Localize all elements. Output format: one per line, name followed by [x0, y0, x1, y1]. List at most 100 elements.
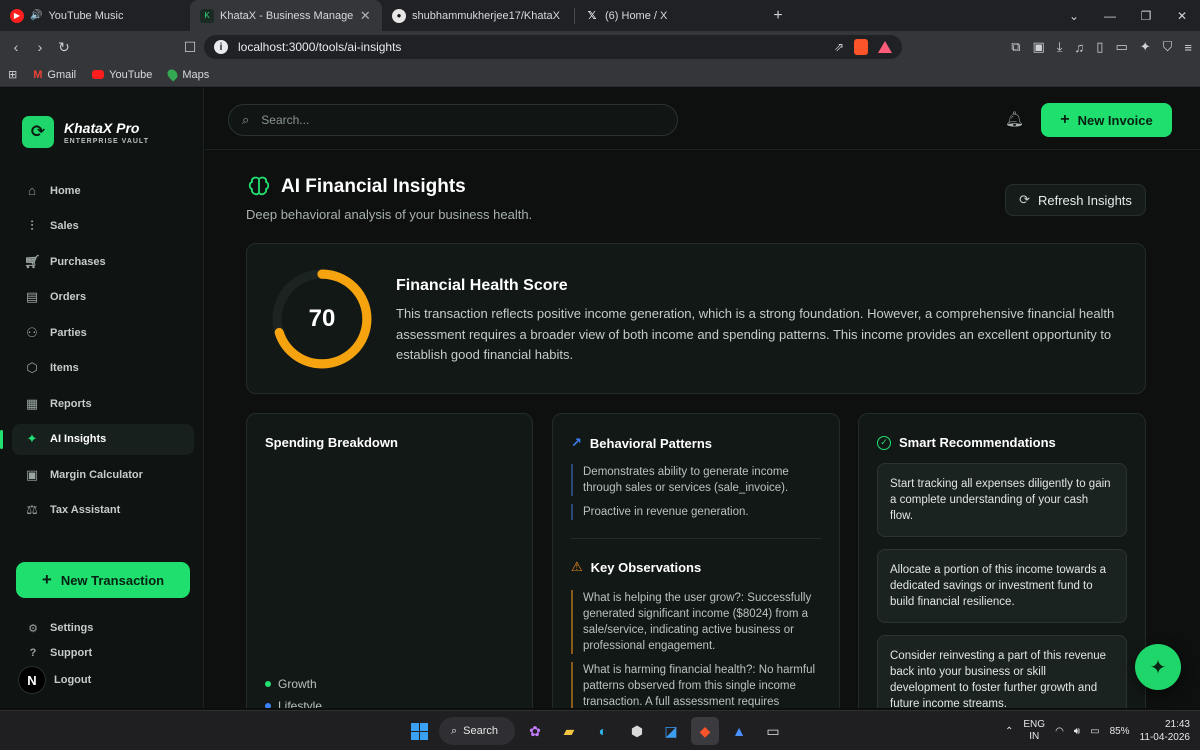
home-icon: ⌂: [28, 183, 36, 198]
sidebar-item-margin-calculator[interactable]: ▣ Margin Calculator: [12, 459, 194, 490]
sidebar-item-items[interactable]: ⬡ Items: [12, 353, 194, 384]
wallet-icon[interactable]: ▭: [1115, 39, 1127, 55]
vscode-icon[interactable]: ◪: [657, 717, 685, 745]
financial-health-card: 70 Financial Health Score This transacti…: [246, 243, 1146, 394]
windows-start-icon[interactable]: [405, 717, 433, 745]
site-info-icon[interactable]: i: [214, 40, 228, 54]
close-icon[interactable]: ✕: [359, 8, 372, 24]
top-header: ⌕ 🔔︎ + New Invoice: [205, 88, 1200, 150]
brave-icon[interactable]: ◆: [691, 717, 719, 745]
leo-ai-icon[interactable]: ✦: [1140, 39, 1151, 55]
app-hexagon-icon[interactable]: ⬢: [623, 717, 651, 745]
search-input[interactable]: [261, 113, 642, 127]
sparkles-icon: ✦: [1149, 656, 1167, 679]
search-bar[interactable]: ⌕: [228, 104, 678, 136]
recommendation-item: Start tracking all expenses diligently t…: [877, 463, 1127, 537]
new-transaction-button[interactable]: + New Transaction: [16, 562, 190, 598]
brand[interactable]: ⟳ KhataX Pro ENTERPRISE VAULT: [22, 116, 149, 148]
share-icon[interactable]: ⇗: [834, 40, 844, 54]
sidebar-item-settings[interactable]: ⚙ Settings: [26, 616, 93, 641]
browser-tab-strip: ▶ 🔊 YouTube Music K KhataX - Business Ma…: [0, 0, 1200, 31]
volume-icon[interactable]: 🔊︎: [1074, 726, 1080, 737]
sidebar-item-home[interactable]: ⌂ Home: [12, 175, 194, 206]
refresh-insights-button[interactable]: ⟳ Refresh Insights: [1005, 184, 1146, 216]
sidebar-icon[interactable]: ▯: [1096, 39, 1103, 55]
sidebar-item-label: Sales: [50, 220, 79, 232]
terminal-icon[interactable]: ▭: [759, 717, 787, 745]
chevron-up-icon[interactable]: ⌃: [1005, 726, 1013, 737]
sidebar-item-orders[interactable]: ▤ Orders: [12, 282, 194, 313]
menu-icon[interactable]: ≡: [1184, 40, 1192, 55]
minimize-icon[interactable]: —: [1092, 9, 1128, 23]
spending-breakdown-card: Spending Breakdown Growth Lifestyle: [246, 413, 533, 708]
bookmark-icon[interactable]: ☐: [178, 39, 202, 56]
sidebar-item-label: Margin Calculator: [50, 468, 143, 481]
legend-item[interactable]: Lifestyle: [265, 695, 322, 708]
logout-button[interactable]: N Logout: [18, 666, 91, 694]
scale-icon: ⚖: [26, 502, 38, 517]
sidebar-item-tax-assistant[interactable]: ⚖ Tax Assistant: [12, 495, 194, 526]
restore-icon[interactable]: ❐: [1128, 9, 1164, 23]
file-explorer-icon[interactable]: ▰: [555, 717, 583, 745]
back-icon[interactable]: ‹: [4, 39, 28, 55]
page-title: AI Financial Insights: [247, 175, 466, 199]
music-icon[interactable]: ♫: [1075, 40, 1085, 55]
sidebar-item-purchases[interactable]: 🛒︎ Purchases: [12, 246, 194, 277]
clock[interactable]: 21:43 11-04-2026: [1140, 718, 1190, 744]
recommendation-item: Allocate a portion of this income toward…: [877, 549, 1127, 623]
sidebar-item-parties[interactable]: ⚇ Parties: [12, 317, 194, 348]
download-icon[interactable]: ⤓: [1057, 39, 1063, 55]
reload-icon[interactable]: ↻: [52, 39, 76, 56]
warning-icon: ⚠: [571, 559, 583, 574]
package-icon: ⬡: [26, 360, 38, 375]
smart-recommendations-card: ✓ Smart Recommendations Start tracking a…: [858, 413, 1146, 708]
sidebar-item-label: Home: [50, 184, 81, 197]
bookmark-gmail[interactable]: M Gmail: [33, 69, 76, 81]
bell-icon[interactable]: 🔔︎: [1005, 110, 1024, 128]
avatar[interactable]: N: [18, 666, 46, 694]
speaker-icon[interactable]: 🔊: [30, 10, 42, 21]
wifi-icon[interactable]: ◠: [1055, 726, 1064, 737]
refresh-icon: ⟳: [1019, 192, 1030, 207]
language-indicator[interactable]: ENG IN: [1023, 719, 1045, 743]
ai-assistant-fab[interactable]: ✦: [1135, 644, 1181, 690]
users-icon: ⚇: [26, 324, 38, 340]
bookmark-youtube[interactable]: YouTube: [92, 69, 152, 81]
brave-rewards-icon[interactable]: [878, 41, 892, 53]
new-tab-button[interactable]: +: [763, 7, 793, 25]
close-window-icon[interactable]: ✕: [1164, 9, 1200, 23]
apps-grid-icon[interactable]: ⊞: [8, 68, 17, 81]
tab-x[interactable]: 𝕏 (6) Home / X: [575, 0, 763, 31]
arc-icon[interactable]: ▲: [725, 717, 753, 745]
sidebar-item-reports[interactable]: ▦ Reports: [12, 388, 194, 419]
new-transaction-label: New Transaction: [60, 572, 165, 588]
bookmarks-bar: ⊞ M Gmail YouTube Maps: [0, 63, 1200, 87]
legend-item[interactable]: Growth: [265, 673, 322, 695]
forward-icon[interactable]: ›: [28, 39, 52, 55]
screenshot-icon[interactable]: ▣: [1032, 39, 1044, 55]
battery-icon[interactable]: ▭: [1090, 726, 1099, 737]
edge-icon[interactable]: ◐: [589, 717, 617, 745]
address-bar[interactable]: i localhost:3000/tools/ai-insights ⇗: [204, 35, 902, 59]
new-invoice-button[interactable]: + New Invoice: [1041, 103, 1172, 137]
recommendation-item: Consider reinvesting a part of this reve…: [877, 635, 1127, 708]
copilot-icon[interactable]: ✿: [521, 717, 549, 745]
sidebar-item-label: Orders: [50, 291, 87, 303]
taskbar-search-button[interactable]: ⌕ Search: [439, 717, 515, 745]
tab-github[interactable]: ● shubhammukherjee17/KhataX: [382, 0, 574, 31]
lang-line1: ENG: [1023, 719, 1046, 730]
chevron-down-icon[interactable]: ⌄: [1056, 9, 1092, 23]
brave-shields-icon[interactable]: [854, 39, 868, 55]
vpn-icon[interactable]: ⛉: [1163, 39, 1173, 55]
sidebar-item-sales[interactable]: ⫶ Sales: [12, 211, 194, 242]
refresh-logo-icon: ⟳: [22, 116, 54, 148]
tab-khatax[interactable]: K KhataX - Business Management ✕: [190, 0, 382, 31]
calculator-icon: ▣: [25, 466, 39, 482]
divider: [571, 538, 821, 539]
extensions-icon[interactable]: ⧉: [1011, 39, 1020, 55]
sidebar-item-support[interactable]: ? Support: [26, 641, 93, 666]
bookmark-maps[interactable]: Maps: [165, 67, 209, 82]
tab-youtube-music[interactable]: ▶ 🔊 YouTube Music: [0, 0, 190, 31]
sidebar-item-ai-insights[interactable]: ✦ AI Insights: [0, 423, 194, 455]
brain-icon: [248, 176, 270, 196]
